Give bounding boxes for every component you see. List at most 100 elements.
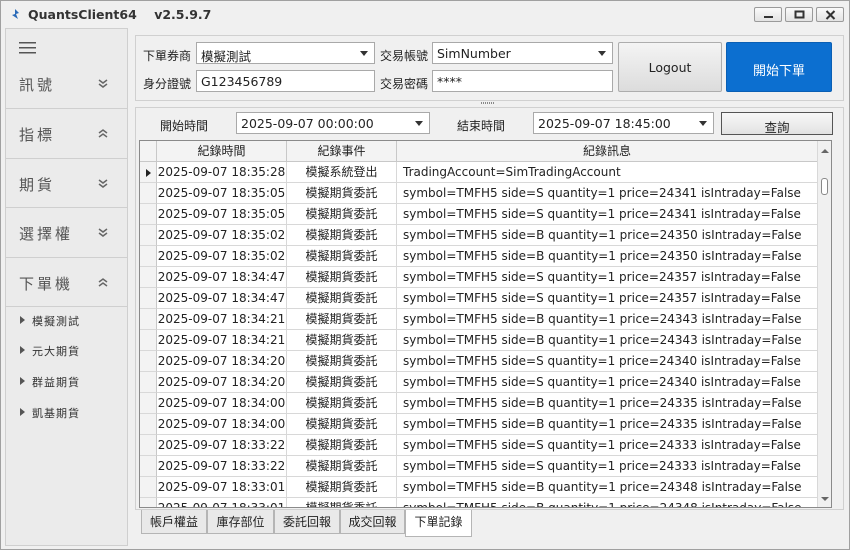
row-selector[interactable] (140, 267, 157, 288)
password-field[interactable]: **** (432, 70, 613, 92)
column-header-time[interactable]: 紀錄時間 (157, 141, 287, 162)
row-selector[interactable] (140, 456, 157, 477)
table-row[interactable]: 2025-09-07 18:34:00 模擬期貨委託 symbol=TMFH5 si… (157, 393, 817, 414)
cell-event: 模擬期貨委託 (287, 498, 397, 507)
row-selector[interactable] (140, 288, 157, 309)
tab-positions[interactable]: 庫存部位 (207, 510, 274, 534)
row-selector[interactable] (140, 309, 157, 330)
start-time-label: 開始時間 (160, 119, 209, 133)
row-selector[interactable] (140, 225, 157, 246)
maximize-button[interactable] (785, 7, 813, 22)
caret-right-icon (20, 377, 25, 385)
row-selector[interactable] (140, 162, 157, 183)
row-selector[interactable] (140, 498, 157, 507)
sidebar-item-yuanta[interactable]: 元大期貨 (6, 336, 127, 366)
cell-time: 2025-09-07 18:33:01 (157, 498, 287, 507)
id-label: 身分證號 (143, 77, 192, 91)
tab-fill-reports[interactable]: 成交回報 (340, 510, 405, 534)
cell-event: 模擬期貨委託 (287, 267, 397, 288)
table-row[interactable]: 2025-09-07 18:34:47 模擬期貨委託 symbol=TMFH5 si… (157, 288, 817, 309)
scroll-up-arrow-icon[interactable] (821, 149, 829, 153)
row-selector[interactable] (140, 372, 157, 393)
chevron-double-up-icon (98, 129, 108, 138)
row-selector-header (140, 141, 157, 162)
hamburger-menu-icon[interactable] (19, 42, 37, 54)
end-time-label: 結束時間 (457, 119, 506, 133)
tab-order-reports[interactable]: 委託回報 (274, 510, 340, 534)
order-log-table[interactable]: 紀錄時間 紀錄事件 紀錄訊息 2025-09-07 18:35:28 模擬系統登出… (139, 140, 832, 508)
row-selector[interactable] (140, 414, 157, 435)
table-row[interactable]: 2025-09-07 18:33:22 模擬期貨委託 symbol=TMFH5 si… (157, 435, 817, 456)
broker-select[interactable]: 模擬測試 (196, 42, 375, 64)
table-row[interactable]: 2025-09-07 18:35:05 模擬期貨委託 symbol=TMFH5 si… (157, 204, 817, 225)
cell-message: symbol=TMFH5 side=B quantity=1 price=243… (403, 312, 802, 326)
cell-time: 2025-09-07 18:34:47 (157, 288, 287, 309)
row-selector[interactable] (140, 435, 157, 456)
sidebar-group-signal[interactable]: 訊號 (6, 59, 127, 109)
order-log-panel: 開始時間 2025-09-07 00:00:00 結束時間 2025-09-07… (135, 107, 844, 510)
scroll-down-arrow-icon[interactable] (821, 497, 829, 501)
table-row[interactable]: 2025-09-07 18:34:00 模擬期貨委託 symbol=TMFH5 si… (157, 414, 817, 435)
row-selector[interactable] (140, 351, 157, 372)
sidebar-group-options[interactable]: 選擇權 (6, 207, 127, 257)
caret-right-icon (20, 346, 25, 354)
id-number-field[interactable]: G123456789 (196, 70, 375, 92)
close-button[interactable] (816, 7, 844, 22)
table-row[interactable]: 2025-09-07 18:35:02 模擬期貨委託 symbol=TMFH5 si… (157, 225, 817, 246)
table-row[interactable]: 2025-09-07 18:33:01 模擬期貨委託 symbol=TMFH5 si… (157, 498, 817, 507)
title-bar[interactable]: QuantsClient64 v2.5.9.7 (1, 1, 849, 28)
table-row[interactable]: 2025-09-07 18:35:05 模擬期貨委託 symbol=TMFH5 si… (157, 183, 817, 204)
tab-account-equity[interactable]: 帳戶權益 (141, 510, 207, 534)
query-button[interactable]: 查詢 (721, 112, 833, 135)
table-row[interactable]: 2025-09-07 18:34:20 模擬期貨委託 symbol=TMFH5 si… (157, 351, 817, 372)
table-row[interactable]: 2025-09-07 18:35:02 模擬期貨委託 symbol=TMFH5 si… (157, 246, 817, 267)
app-window: QuantsClient64 v2.5.9.7 訊號 指標 期貨 選擇權 下單機… (0, 0, 850, 550)
sidebar-group-order-machine[interactable]: 下單機 (6, 257, 127, 307)
tab-order-records[interactable]: 下單記錄 (405, 510, 472, 537)
splitter-grip-icon[interactable] (481, 102, 495, 105)
cell-message: symbol=TMFH5 side=B quantity=1 price=243… (403, 333, 802, 347)
sidebar: 訊號 指標 期貨 選擇權 下單機 模擬測試 元大期貨 群益期貨 凱基期貨 (5, 28, 128, 546)
table-row[interactable]: 2025-09-07 18:33:22 模擬期貨委託 symbol=TMFH5 si… (157, 456, 817, 477)
row-selector[interactable] (140, 183, 157, 204)
account-select[interactable]: SimNumber (432, 42, 613, 64)
minimize-button[interactable] (754, 7, 782, 22)
cell-time: 2025-09-07 18:35:05 (157, 204, 287, 225)
table-row[interactable]: 2025-09-07 18:34:47 模擬期貨委託 symbol=TMFH5 si… (157, 267, 817, 288)
cell-event: 模擬期貨委託 (287, 288, 397, 309)
row-selector[interactable] (140, 204, 157, 225)
table-row[interactable]: 2025-09-07 18:35:28 模擬系統登出 TradingAccount=… (157, 162, 817, 183)
window-title: QuantsClient64 v2.5.9.7 (28, 7, 212, 22)
table-row[interactable]: 2025-09-07 18:34:21 模擬期貨委託 symbol=TMFH5 si… (157, 330, 817, 351)
row-selector[interactable] (140, 330, 157, 351)
logout-button[interactable]: Logout (618, 42, 722, 92)
cell-message: symbol=TMFH5 side=B quantity=1 price=243… (403, 417, 802, 431)
cell-time: 2025-09-07 18:34:21 (157, 330, 287, 351)
column-header-event[interactable]: 紀錄事件 (287, 141, 397, 162)
cell-message: symbol=TMFH5 side=B quantity=1 price=243… (403, 480, 802, 494)
cell-time: 2025-09-07 18:34:20 (157, 372, 287, 393)
table-row[interactable]: 2025-09-07 18:34:21 模擬期貨委託 symbol=TMFH5 si… (157, 309, 817, 330)
sidebar-item-capital[interactable]: 群益期貨 (6, 367, 127, 397)
sidebar-item-label: 模擬測試 (32, 315, 80, 328)
table-row[interactable]: 2025-09-07 18:34:20 模擬期貨委託 symbol=TMFH5 si… (157, 372, 817, 393)
sidebar-item-label: 凱基期貨 (32, 407, 80, 420)
row-selector[interactable] (140, 393, 157, 414)
scrollbar-thumb[interactable] (821, 178, 828, 195)
start-time-picker[interactable]: 2025-09-07 00:00:00 (236, 112, 430, 134)
row-selector[interactable] (140, 477, 157, 498)
column-header-message[interactable]: 紀錄訊息 (397, 141, 817, 162)
start-order-button[interactable]: 開始下單 (726, 42, 832, 92)
sidebar-item-simulation[interactable]: 模擬測試 (6, 306, 127, 336)
table-row[interactable]: 2025-09-07 18:33:01 模擬期貨委託 symbol=TMFH5 si… (157, 477, 817, 498)
sidebar-group-indicator[interactable]: 指標 (6, 108, 127, 158)
sidebar-item-kgi[interactable]: 凱基期貨 (6, 398, 127, 428)
chevron-double-up-icon (98, 278, 108, 287)
row-selector[interactable] (140, 246, 157, 267)
end-time-picker[interactable]: 2025-09-07 18:45:00 (533, 112, 714, 134)
sidebar-group-futures[interactable]: 期貨 (6, 158, 127, 208)
vertical-scrollbar[interactable] (817, 141, 831, 507)
dropdown-arrow-icon (699, 121, 707, 126)
cell-time: 2025-09-07 18:35:02 (157, 246, 287, 267)
minimize-icon (764, 16, 773, 18)
